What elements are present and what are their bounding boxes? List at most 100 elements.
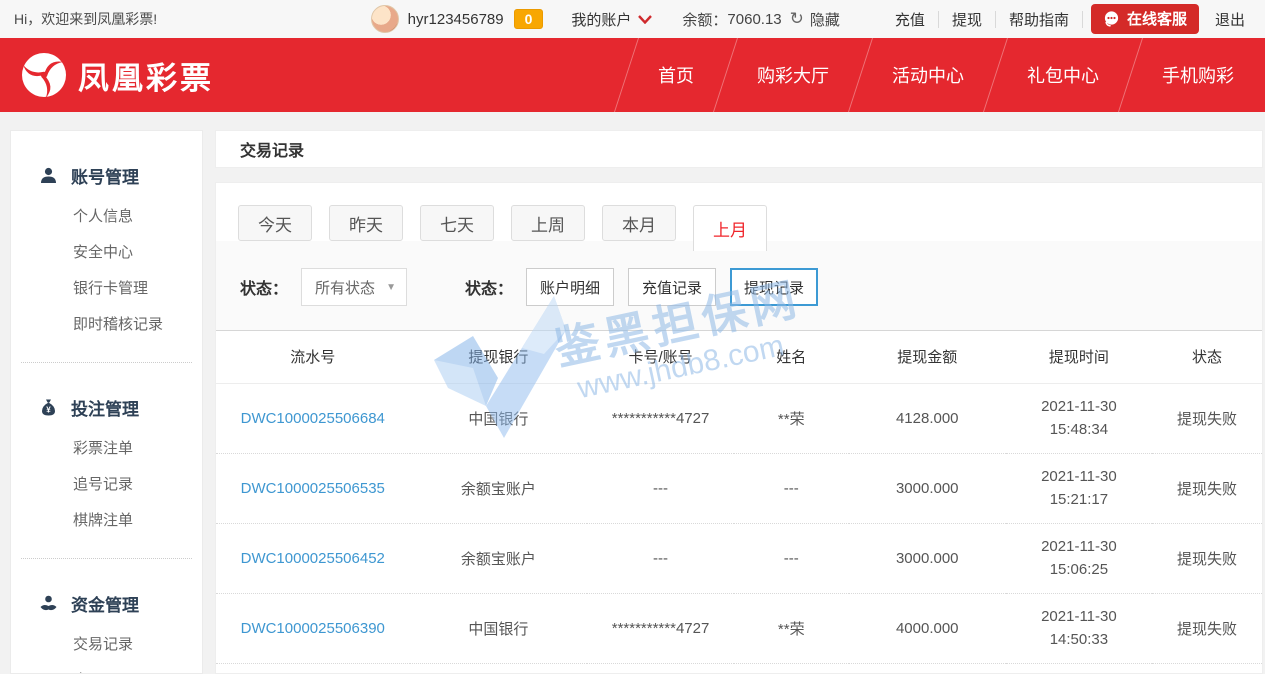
phoenix-logo-icon	[20, 51, 68, 99]
sidebar-item-lottery-orders[interactable]: 彩票注单	[73, 441, 202, 456]
sidebar-section-title: 投注管理	[71, 395, 139, 420]
sidebar-divider	[21, 362, 192, 363]
avatar[interactable]	[371, 5, 399, 33]
nav-menu: 首页 购彩大厅 活动中心 礼包中心 手机购彩	[626, 38, 1265, 112]
amount-cell: 4128.000	[849, 383, 1006, 453]
sidebar-item-security-center[interactable]: 安全中心	[73, 245, 202, 260]
filter-bar: 状态： 所有状态 ▼ 状态： 账户明细 充值记录 提现记录	[216, 241, 1262, 330]
sidebar-item-chase-records[interactable]: 追号记录	[73, 477, 202, 492]
serial-link[interactable]: DWC1000025506535	[241, 480, 385, 497]
table-row: DWC1000025506452 余额宝账户 --- --- 3000.000 …	[216, 523, 1262, 593]
status-cell: 提现失败	[1152, 383, 1262, 453]
logout-link[interactable]: 退出	[1207, 9, 1251, 30]
col-name: 姓名	[734, 331, 849, 383]
table-row: DWC1000025506390 中国银行 ***********4727 **…	[216, 593, 1262, 663]
nav-item-gift-center[interactable]: 礼包中心	[996, 38, 1130, 112]
status-cell: 提现失败	[1152, 593, 1262, 663]
caret-down-icon: ▼	[386, 282, 396, 293]
chevron-down-icon	[638, 15, 652, 24]
message-count-badge[interactable]: 0	[514, 9, 544, 29]
sidebar-section-funds: 资金管理	[39, 591, 202, 616]
status-cell: 提现失败	[1152, 453, 1262, 523]
nav-item-mobile[interactable]: 手机购彩	[1131, 38, 1265, 112]
name-cell: **荣	[734, 593, 849, 663]
main-navbar: 凤凰彩票 首页 购彩大厅 活动中心 礼包中心 手机购彩	[0, 38, 1265, 112]
tab-today[interactable]: 今天	[238, 205, 312, 241]
refresh-icon[interactable]: ↻	[790, 9, 804, 29]
amount-cell: 3000.000	[849, 453, 1006, 523]
tab-last-week[interactable]: 上周	[511, 205, 585, 241]
sidebar-section-title: 资金管理	[71, 591, 139, 616]
records-table: 流水号 提现银行 卡号/账号 姓名 提现金额 提现时间 状态 DWC100002…	[216, 330, 1262, 664]
recharge-link[interactable]: 充值	[882, 9, 938, 30]
time-cell: 2021-11-3015:48:34	[1006, 383, 1152, 453]
divider	[1082, 11, 1083, 28]
username: hyr123456789	[408, 11, 504, 28]
sidebar-section-betting: ¥ 投注管理	[39, 395, 202, 420]
name-cell: ---	[734, 453, 849, 523]
content-area: 账号管理 个人信息 安全中心 银行卡管理 即时稽核记录 ¥ 投注管理 彩票注单 …	[0, 112, 1265, 674]
status-select-value: 所有状态	[315, 277, 375, 298]
card-cell: ***********4727	[587, 593, 733, 663]
status-cell: 提现失败	[1152, 523, 1262, 593]
col-amount: 提现金额	[849, 331, 1006, 383]
table-header-row: 流水号 提现银行 卡号/账号 姓名 提现金额 提现时间 状态	[216, 331, 1262, 383]
sidebar-item-bank-card[interactable]: 银行卡管理	[73, 281, 202, 296]
sidebar-section-title: 账号管理	[71, 163, 139, 188]
filter-recharge-records-button[interactable]: 充值记录	[628, 268, 716, 306]
amount-cell: 3000.000	[849, 523, 1006, 593]
nav-item-activity-center[interactable]: 活动中心	[861, 38, 995, 112]
status-select[interactable]: 所有状态 ▼	[301, 268, 407, 306]
sidebar-item-audit-record[interactable]: 即时稽核记录	[73, 317, 202, 332]
sidebar: 账号管理 个人信息 安全中心 银行卡管理 即时稽核记录 ¥ 投注管理 彩票注单 …	[10, 130, 203, 674]
topbar: Hi，欢迎来到凤凰彩票! hyr123456789 0 我的账户 余额： 706…	[0, 0, 1265, 38]
tab-yesterday[interactable]: 昨天	[329, 205, 403, 241]
main-column: 交易记录 今天 昨天 七天 上周 本月 上月 状态： 所有状态 ▼ 状态： 账户…	[215, 130, 1263, 674]
tab-seven-days[interactable]: 七天	[420, 205, 494, 241]
sidebar-item-personal-info[interactable]: 个人信息	[73, 209, 202, 224]
status-filter-label: 状态：	[240, 275, 288, 299]
nav-item-lottery-hall[interactable]: 购彩大厅	[726, 38, 860, 112]
serial-link[interactable]: DWC1000025506684	[241, 410, 385, 427]
time-cell: 2021-11-3014:50:33	[1006, 593, 1152, 663]
tab-this-month[interactable]: 本月	[602, 205, 676, 241]
table-row: DWC1000025506535 余额宝账户 --- --- 3000.000 …	[216, 453, 1262, 523]
bank-cell: 中国银行	[410, 593, 588, 663]
bank-cell: 余额宝账户	[410, 453, 588, 523]
serial-link[interactable]: DWC1000025506390	[241, 620, 385, 637]
topbar-links: 充值 提现 帮助指南	[882, 9, 1083, 30]
hide-balance-link[interactable]: 隐藏	[810, 9, 840, 30]
balance: 余额： 7060.13 ↻ 隐藏	[682, 9, 840, 30]
filter-account-detail-button[interactable]: 账户明细	[526, 268, 614, 306]
online-service-button[interactable]: 在线客服	[1091, 4, 1199, 34]
card-cell: ---	[587, 523, 733, 593]
tab-last-month[interactable]: 上月	[693, 205, 767, 251]
brand-logo[interactable]: 凤凰彩票	[20, 51, 214, 99]
bank-cell: 中国银行	[410, 383, 588, 453]
serial-link[interactable]: DWC1000025506452	[241, 550, 385, 567]
sidebar-item-transaction-records[interactable]: 交易记录	[73, 637, 202, 652]
col-status: 状态	[1152, 331, 1262, 383]
help-guide-link[interactable]: 帮助指南	[996, 9, 1082, 30]
balance-label: 余额：	[682, 9, 727, 30]
col-bank: 提现银行	[410, 331, 588, 383]
amount-cell: 4000.000	[849, 593, 1006, 663]
my-account-menu[interactable]: 我的账户	[571, 9, 652, 30]
col-card: 卡号/账号	[587, 331, 733, 383]
card-cell: ---	[587, 453, 733, 523]
withdraw-link[interactable]: 提现	[939, 9, 995, 30]
filter-withdraw-records-button[interactable]: 提现记录	[730, 268, 818, 306]
sidebar-divider	[21, 558, 192, 559]
sidebar-item-board-orders[interactable]: 棋牌注单	[73, 513, 202, 528]
page-title: 交易记录	[215, 130, 1263, 168]
brand-name: 凤凰彩票	[78, 53, 214, 98]
welcome-text: Hi，欢迎来到凤凰彩票!	[14, 9, 157, 29]
bank-cell: 余额宝账户	[410, 523, 588, 593]
nav-item-home[interactable]: 首页	[627, 38, 725, 112]
balance-value: 7060.13	[727, 11, 781, 28]
sidebar-section-account: 账号管理	[39, 163, 202, 188]
name-cell: **荣	[734, 383, 849, 453]
name-cell: ---	[734, 523, 849, 593]
svg-text:¥: ¥	[46, 405, 51, 414]
topbar-right: hyr123456789 0 我的账户 余额： 7060.13 ↻ 隐藏 充值 …	[371, 4, 1251, 34]
